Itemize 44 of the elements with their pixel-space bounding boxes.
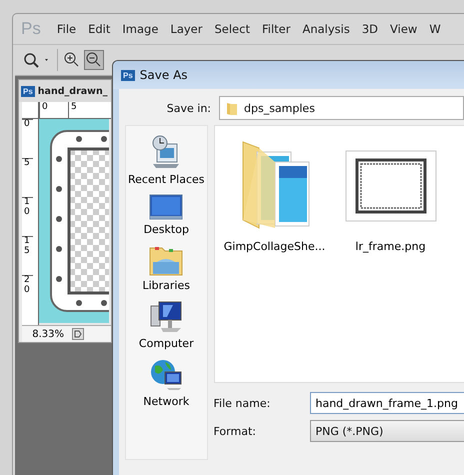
- menu-item[interactable]: File: [50, 22, 82, 36]
- menu-item[interactable]: Layer: [164, 22, 208, 36]
- ruler-label: 0: [39, 102, 68, 118]
- ruler-label: 5: [68, 102, 97, 118]
- status-menu-icon[interactable]: [72, 328, 84, 340]
- places-item[interactable]: Computer: [136, 298, 196, 352]
- menu-item[interactable]: Filter: [256, 22, 296, 36]
- menu-item[interactable]: Select: [208, 22, 256, 36]
- places-item[interactable]: Desktop: [142, 192, 191, 238]
- ruler-label: 20: [22, 275, 33, 314]
- ruler-label: 0: [22, 119, 33, 158]
- zoom-out-icon[interactable]: [84, 50, 104, 70]
- places-item[interactable]: Libraries: [140, 242, 192, 294]
- menu-item[interactable]: View: [384, 22, 424, 36]
- computer-icon: [149, 300, 184, 334]
- menu-item[interactable]: W: [423, 22, 447, 36]
- save-in-label: Save in:: [166, 102, 211, 114]
- file-name-label: File name:: [214, 396, 272, 410]
- desktop-icon: [149, 194, 184, 220]
- ruler-label: 10: [22, 197, 33, 236]
- save-in-dropdown[interactable]: dps_samples: [219, 96, 464, 120]
- format-label: Format:: [214, 424, 257, 438]
- photoshop-logo: Ps: [21, 19, 41, 39]
- image-file-item[interactable]: lr_frame.png: [336, 136, 444, 255]
- zoom-in-icon[interactable]: [64, 52, 80, 68]
- folder-icon: [226, 101, 238, 115]
- zoom-tool-icon[interactable]: [23, 52, 51, 68]
- dialog-title: Save As: [140, 68, 188, 82]
- menu-item[interactable]: Analysis: [296, 22, 356, 36]
- menu-item[interactable]: Image: [116, 22, 164, 36]
- format-dropdown[interactable]: PNG (*.PNG): [310, 420, 464, 442]
- photoshop-icon: Ps: [21, 86, 35, 96]
- places-item[interactable]: Recent Places: [126, 132, 206, 188]
- places-item[interactable]: Network: [141, 356, 192, 410]
- file-name-field[interactable]: hand_drawn_frame_1.png: [310, 392, 464, 414]
- menu-item[interactable]: Edit: [82, 22, 116, 36]
- document-tab[interactable]: hand_drawn_: [38, 86, 108, 96]
- ruler-label: 5: [22, 158, 33, 197]
- photoshop-icon: Ps: [121, 70, 135, 80]
- ruler-label: 15: [22, 236, 33, 275]
- menu-item[interactable]: 3D: [356, 22, 384, 36]
- library-folder-icon: [149, 244, 184, 276]
- globe-computer-icon: [149, 358, 184, 392]
- folder-item[interactable]: GimpCollageShe...: [220, 136, 328, 255]
